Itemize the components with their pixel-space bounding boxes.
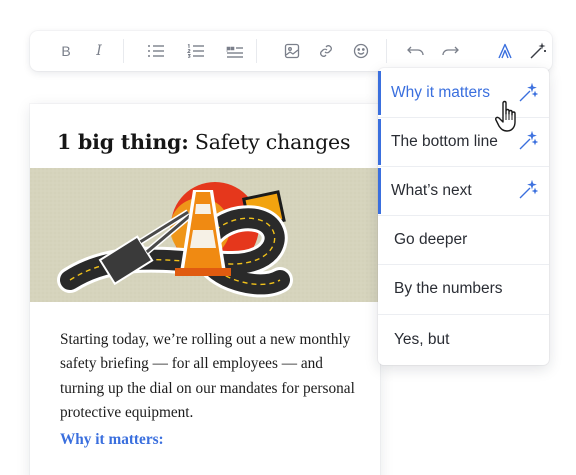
italic-button[interactable]: I [87,39,111,63]
menu-item-label: What’s next [391,181,472,199]
menu-item-label: Go deeper [394,230,468,248]
numbered-list-button[interactable] [184,39,208,63]
hand-pointer-icon [495,100,516,132]
image-icon [284,43,300,59]
brand-logo-icon [498,43,512,59]
traffic-cone-collage-image [30,168,380,302]
highlight-indicator [378,168,381,214]
numbered-list-icon [187,44,204,58]
subhead-why-it-matters[interactable]: Why it matters: [60,431,164,449]
magic-wand-icon [530,42,546,59]
bullet-list-icon [148,45,164,57]
menu-item-label: Yes, but [394,330,450,348]
article-illustration [30,168,380,302]
redo-icon [442,46,459,56]
bold-button[interactable]: B [54,39,78,63]
menu-item-go-deeper[interactable]: Go deeper [378,215,549,264]
redo-button[interactable] [438,39,462,63]
quote-icon [226,46,243,58]
formatting-toolbar: B I [30,31,552,71]
article-card: 1 big thing: Safety changes Starting tod… [30,104,380,475]
menu-item-label: Why it matters [391,83,491,101]
quote-button[interactable] [223,39,247,63]
link-button[interactable] [314,39,338,63]
toolbar-divider [386,39,387,63]
toolbar-divider [256,39,257,63]
undo-button[interactable] [404,39,428,63]
article-title[interactable]: 1 big thing: Safety changes [57,130,350,154]
highlight-indicator [378,119,381,165]
menu-item-label: The bottom line [391,132,498,150]
emoji-icon [353,43,369,59]
bullet-list-button[interactable] [144,39,168,63]
emoji-button[interactable] [349,39,373,63]
magic-wand-icon[interactable] [518,180,538,200]
undo-icon [407,46,424,56]
image-button[interactable] [280,39,304,63]
menu-item-by-the-numbers[interactable]: By the numbers [378,264,549,314]
title-label: 1 big thing: [57,130,189,154]
magic-wand-icon[interactable] [518,131,538,151]
brand-button[interactable] [493,39,517,63]
italic-icon: I [96,43,102,59]
toolbar-divider [123,39,124,63]
menu-item-whats-next[interactable]: What’s next [378,166,549,215]
ai-wand-button[interactable] [526,39,550,63]
active-indicator [378,71,381,115]
article-body[interactable]: Starting today, we’re rolling out a new … [60,328,360,426]
title-text: Safety changes [188,130,351,154]
link-icon [320,45,332,57]
menu-item-label: By the numbers [394,280,503,297]
menu-item-yes-but[interactable]: Yes, but [378,314,549,365]
bold-icon: B [61,43,71,59]
